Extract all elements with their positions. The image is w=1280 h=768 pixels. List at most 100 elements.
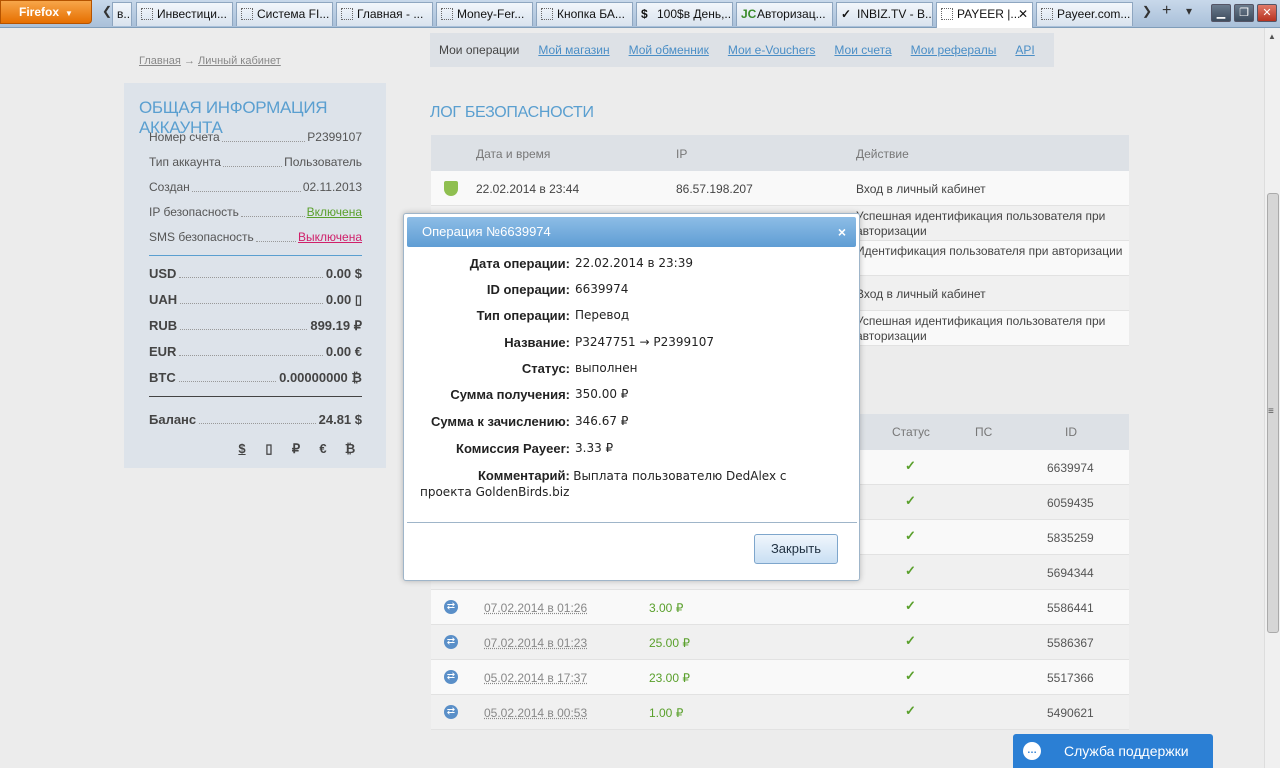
page-icon [341, 8, 353, 20]
status-check-icon: ✓ [905, 458, 916, 473]
table-row: 22.02.2014 в 23:44 86.57.198.207 Вход в … [431, 171, 1129, 206]
breadcrumb: Главная → Личный кабинет [139, 55, 281, 67]
dialog-header: Операция №6639974 × [407, 217, 856, 247]
jc-logo-icon: JC [741, 7, 757, 21]
page-icon [541, 8, 553, 20]
divider [149, 396, 362, 397]
transfer-icon: ⇄ [444, 635, 458, 649]
ip-security-row: IP безопасность Включена [149, 205, 362, 221]
tab-4[interactable]: Money-Fer... [436, 2, 533, 26]
tab-1[interactable]: Инвестици... [136, 2, 233, 26]
nav-my-evouchers[interactable]: Мои e-Vouchers [728, 43, 816, 57]
page-icon [141, 8, 153, 20]
nav-my-shop[interactable]: Мой магазин [538, 43, 609, 57]
table-row[interactable]: ⇄ 05.02.2014 в 00:53 1.00 ₽ ✓ 5490621 [431, 695, 1129, 730]
operation-date-link[interactable]: 07.02.2014 в 01:23 [484, 636, 587, 650]
tab-3[interactable]: Главная - ... [336, 2, 433, 26]
table-row[interactable]: ⇄ 07.02.2014 в 01:26 3.00 ₽ ✓ 5586441 [431, 590, 1129, 625]
breadcrumb-home-link[interactable]: Главная [139, 55, 181, 67]
status-check-icon: ✓ [905, 633, 916, 648]
account-info-panel: ОБЩАЯ ИНФОРМАЦИЯ АККАУНТА Номер счета P23… [124, 83, 386, 468]
operation-details-dialog: Операция №6639974 × Дата операции: 22.02.… [403, 213, 860, 581]
btc-currency-icon[interactable]: ₿ [344, 441, 356, 457]
operation-date-link[interactable]: 05.02.2014 в 00:53 [484, 706, 587, 720]
breadcrumb-current-link[interactable]: Личный кабинет [198, 55, 281, 67]
balance-rub-row: RUB 899.19 ₽ [149, 318, 362, 333]
sms-security-row: SMS безопасность Выключена [149, 230, 362, 246]
scroll-grip-icon: ≡ [1268, 406, 1274, 417]
balance-usd-row: USD 0.00 $ [149, 266, 362, 281]
tab-5[interactable]: Кнопка БА... [536, 2, 633, 26]
tab-6[interactable]: $100$в День,... [636, 2, 733, 26]
dialog-title: Операция №6639974 [422, 224, 551, 239]
account-created-row: Создан 02.11.2013 [149, 180, 362, 194]
tab-9-active[interactable]: PAYEER |... ✕ [936, 2, 1033, 28]
close-dialog-button[interactable]: Закрыть [754, 534, 838, 564]
browser-tab-bar: Firefox ▼ ❮ в... Инвестици... Система FI.… [0, 0, 1280, 28]
status-check-icon: ✓ [905, 598, 916, 613]
ip-security-toggle-link[interactable]: Включена [307, 205, 362, 221]
status-check-icon: ✓ [905, 563, 916, 578]
rub-currency-icon[interactable]: ₽ [290, 441, 302, 457]
status-check-icon: ✓ [905, 668, 916, 683]
close-window-icon[interactable]: ✕ [1257, 4, 1277, 22]
currency-selector: $ ▯ ₽ € ₿ [236, 441, 356, 457]
balance-eur-row: EUR 0.00 € [149, 344, 362, 359]
check-logo-icon: ✓ [841, 7, 852, 21]
uah-currency-icon[interactable]: ▯ [263, 441, 275, 457]
account-nav: Мои операции Мой магазин Мой обменник Мо… [430, 33, 1054, 67]
status-check-icon: ✓ [905, 528, 916, 543]
divider [149, 255, 362, 256]
eur-currency-icon[interactable]: € [317, 441, 329, 457]
balance-btc-row: BTC 0.00000000 ₿ [149, 370, 362, 385]
minimize-window-icon[interactable]: ▁ [1211, 4, 1231, 22]
close-tab-icon[interactable]: ✕ [1018, 3, 1028, 25]
scroll-tabs-left-icon[interactable]: ❮ [102, 4, 112, 18]
nav-api[interactable]: API [1015, 43, 1034, 57]
page-icon [941, 8, 953, 20]
operation-date-link[interactable]: 07.02.2014 в 01:26 [484, 601, 587, 615]
nav-my-referrals[interactable]: Мои рефералы [911, 43, 997, 57]
nav-my-operations[interactable]: Мои операции [439, 43, 519, 57]
comment-field: Комментарий: Выплата пользователю DedAle… [420, 468, 787, 499]
status-check-icon: ✓ [905, 493, 916, 508]
shield-icon [444, 181, 458, 196]
list-all-tabs-icon[interactable]: ▾ [1186, 4, 1192, 18]
tab-7[interactable]: JC Авторизац... [736, 2, 833, 26]
tab-2[interactable]: Система FI... [236, 2, 333, 26]
transfer-icon: ⇄ [444, 670, 458, 684]
table-row[interactable]: ⇄ 07.02.2014 в 01:23 25.00 ₽ ✓ 5586367 [431, 625, 1129, 660]
scroll-up-arrow-icon[interactable]: ▲ [1268, 32, 1276, 41]
nav-my-exchanger[interactable]: Мой обменник [629, 43, 709, 57]
page-scrollbar[interactable]: ▲ ≡ [1264, 28, 1280, 768]
tab-0[interactable]: в... [112, 2, 132, 26]
table-header: Дата и время IP Действие [431, 135, 1129, 171]
security-log-title: ЛОГ БЕЗОПАСНОСТИ [430, 104, 594, 121]
transfer-icon: ⇄ [444, 600, 458, 614]
caret-down-icon: ▼ [65, 9, 73, 18]
breadcrumb-separator: → [183, 55, 195, 67]
status-check-icon: ✓ [905, 703, 916, 718]
sms-security-toggle-link[interactable]: Выключена [298, 230, 362, 246]
balance-uah-row: UAH 0.00 ▯ [149, 292, 362, 307]
restore-window-icon[interactable]: ❐ [1234, 4, 1254, 22]
nav-my-accounts[interactable]: Мои счета [834, 43, 891, 57]
close-icon[interactable]: × [838, 217, 846, 247]
tab-10[interactable]: Payeer.com... [1036, 2, 1133, 26]
transfer-icon: ⇄ [444, 705, 458, 719]
page-icon [1041, 8, 1053, 20]
total-balance-row: Баланс 24.81 $ [149, 412, 362, 427]
account-number-row: Номер счета P2399107 [149, 130, 362, 144]
tab-8[interactable]: ✓ INBIZ.TV - В... [836, 2, 933, 26]
operation-date-link[interactable]: 05.02.2014 в 17:37 [484, 671, 587, 685]
scroll-tabs-right-icon[interactable]: ❯ [1142, 4, 1152, 18]
account-type-row: Тип аккаунта Пользователь [149, 155, 362, 169]
firefox-menu-button[interactable]: Firefox ▼ [0, 0, 92, 24]
page-icon [441, 8, 453, 20]
support-chat-button[interactable]: … Служба поддержки [1013, 734, 1213, 768]
new-tab-plus-icon[interactable]: + [1162, 2, 1171, 20]
usd-currency-icon[interactable]: $ [236, 441, 248, 457]
divider [407, 522, 857, 523]
page-icon [241, 8, 253, 20]
table-row[interactable]: ⇄ 05.02.2014 в 17:37 23.00 ₽ ✓ 5517366 [431, 660, 1129, 695]
